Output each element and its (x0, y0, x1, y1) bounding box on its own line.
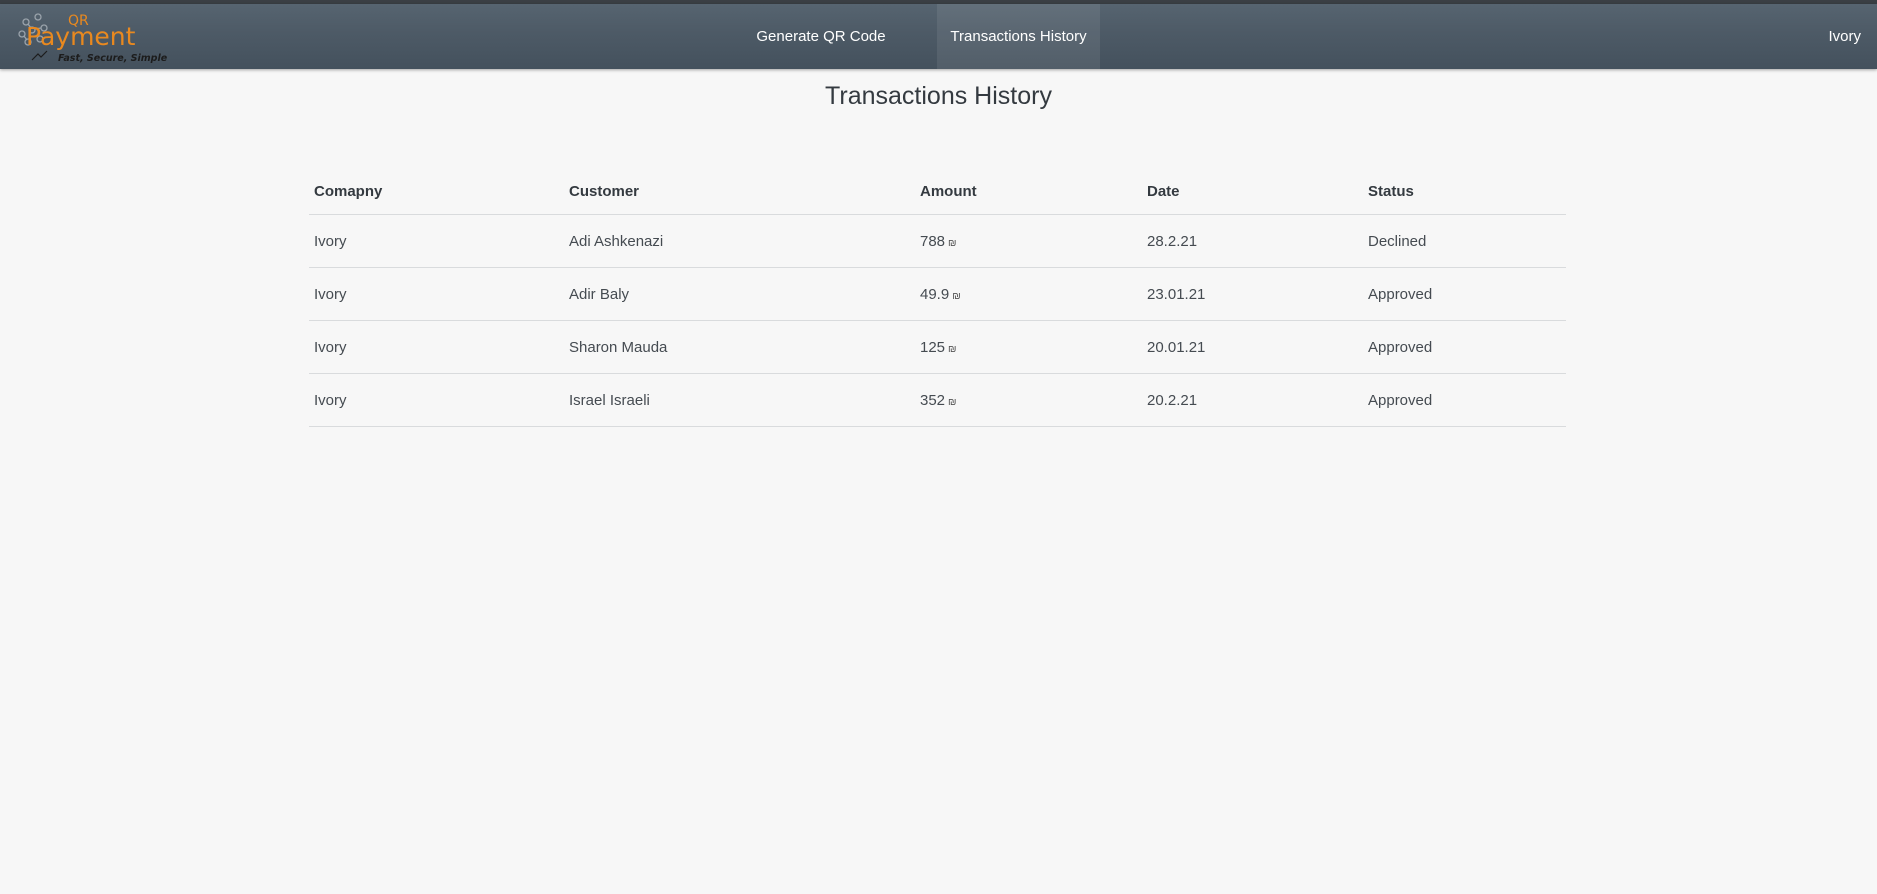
column-header-date: Date (1142, 168, 1363, 215)
cell-customer: Sharon Mauda (564, 320, 915, 374)
cell-date: 28.2.21 (1142, 214, 1363, 268)
cell-status: Approved (1363, 320, 1566, 374)
column-header-customer: Customer (564, 168, 915, 215)
cell-status: Declined (1363, 214, 1566, 268)
cell-amount: 49.9 ₪ (915, 267, 1142, 321)
page-title: Transactions History (825, 82, 1052, 110)
shekel-icon: ₪ (948, 396, 957, 408)
amount-value: 352 (920, 391, 946, 409)
cell-amount: 352 ₪ (915, 373, 1142, 427)
cell-amount: 125 ₪ (915, 320, 1142, 374)
shekel-icon: ₪ (952, 290, 961, 302)
table-header-row: Comapny Customer Amount Date Status (309, 168, 1566, 215)
cell-company: Ivory (309, 320, 564, 374)
user-menu[interactable]: Ivory (1828, 4, 1861, 69)
qr-payment-logo-icon: QR Payment Fast, Secure, Simple (18, 13, 168, 64)
cell-customer: Adir Baly (564, 267, 915, 321)
transactions-table: Comapny Customer Amount Date Status Ivor… (309, 168, 1566, 427)
cell-date: 23.01.21 (1142, 267, 1363, 321)
cell-company: Ivory (309, 214, 564, 268)
amount-value: 125 (920, 338, 946, 356)
cell-company: Ivory (309, 373, 564, 427)
cell-date: 20.2.21 (1142, 373, 1363, 427)
amount-value: 49.9 (920, 285, 950, 303)
logo-line2: Payment (26, 22, 136, 51)
cell-amount: 788 ₪ (915, 214, 1142, 268)
shekel-icon: ₪ (948, 343, 957, 355)
cell-customer: Israel Israeli (564, 373, 915, 427)
brand-logo[interactable]: QR Payment Fast, Secure, Simple (18, 8, 178, 66)
table-row: Ivory Adi Ashkenazi 788 ₪ 28.2.21 Decline… (309, 214, 1566, 268)
cell-company: Ivory (309, 267, 564, 321)
cell-date: 20.01.21 (1142, 320, 1363, 374)
nav-transactions-history[interactable]: Transactions History (937, 4, 1100, 69)
table-row: Ivory Sharon Mauda 125 ₪ 20.01.21 Approve… (309, 320, 1566, 374)
cell-customer: Adi Ashkenazi (564, 214, 915, 268)
navbar: QR Payment Fast, Secure, Simple Generate… (0, 4, 1877, 69)
cell-status: Approved (1363, 373, 1566, 427)
table-row: Ivory Israel Israeli 352 ₪ 20.2.21 Approv… (309, 373, 1566, 427)
logo-tagline: Fast, Secure, Simple (58, 53, 168, 64)
table-row: Ivory Adir Baly 49.9 ₪ 23.01.21 Approved (309, 267, 1566, 321)
amount-value: 788 (920, 232, 946, 250)
cell-status: Approved (1363, 267, 1566, 321)
shekel-icon: ₪ (948, 237, 957, 249)
column-header-company: Comapny (309, 168, 564, 215)
nav-generate-qr-code[interactable]: Generate QR Code (745, 4, 897, 69)
column-header-amount: Amount (915, 168, 1142, 215)
column-header-status: Status (1363, 168, 1566, 215)
